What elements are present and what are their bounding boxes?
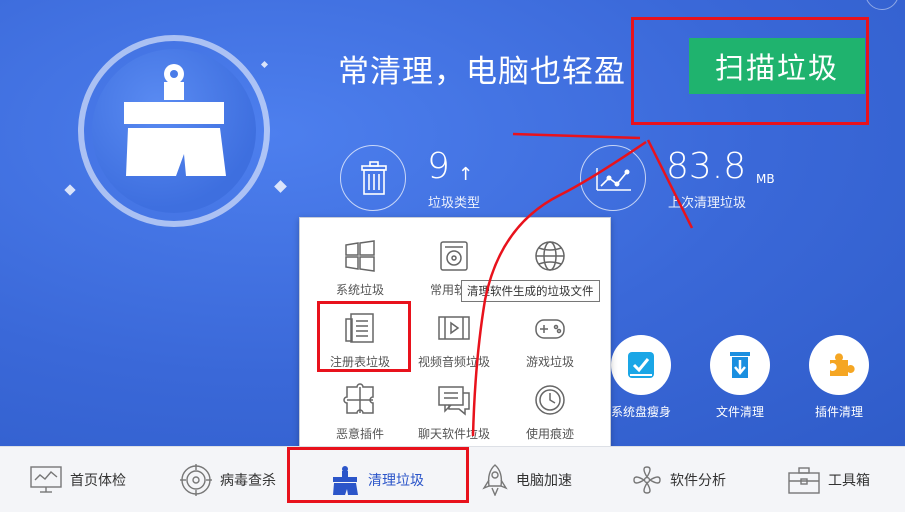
nav-label: 电脑加速 (516, 473, 572, 489)
rocket-icon (482, 464, 508, 496)
trash-download-icon (710, 335, 770, 395)
tool-file-clean[interactable]: 文件清理 (697, 335, 783, 420)
popup-item-label: 恶意插件 (335, 427, 384, 441)
annotation-box-clean-nav (287, 447, 469, 503)
gamepad-icon (500, 308, 600, 348)
toolbox-icon (788, 467, 820, 494)
popup-item-malicious-plugins[interactable]: 恶意插件 (310, 380, 410, 442)
fan-icon (633, 466, 661, 494)
nav-software-analysis[interactable]: 软件分析 (632, 447, 726, 512)
popup-item-video-audio-junk[interactable]: 视频音频垃圾 (404, 308, 504, 370)
up-arrow-icon: ↑ (458, 164, 474, 185)
broom-logo-icon (124, 64, 226, 176)
popup-item-label: 游戏垃圾 (525, 355, 574, 369)
annotation-box-registry (317, 301, 411, 372)
windows-icon (310, 236, 410, 276)
target-icon (180, 464, 212, 496)
tool-plugin-clean[interactable]: 插件清理 (796, 335, 882, 420)
chat-icon (404, 380, 504, 420)
popup-item-label: 聊天软件垃圾 (417, 427, 490, 441)
puzzle-icon (310, 380, 410, 420)
popup-item-chat-junk[interactable]: 聊天软件垃圾 (404, 380, 504, 442)
junk-types-count: 9 (427, 146, 450, 187)
chart-icon (580, 145, 646, 211)
nav-home-checkup[interactable]: 首页体检 (30, 447, 126, 512)
last-cleaned-label: 上次清理垃圾 (668, 196, 747, 211)
software-disk-icon (404, 236, 504, 276)
popup-item-game-junk[interactable]: 游戏垃圾 (500, 308, 600, 370)
popup-item-label: 系统垃圾 (335, 283, 384, 297)
nav-label: 首页体检 (70, 473, 126, 489)
last-cleaned-size: 83.8 (666, 146, 747, 187)
headline: 常清理，电脑也轻盈 (338, 54, 626, 90)
sparkle-decoration (64, 184, 76, 196)
tool-label: 文件清理 (715, 405, 764, 419)
popup-item-label: 视频音频垃圾 (417, 355, 490, 369)
corner-button[interactable] (865, 0, 899, 10)
popup-item-usage-traces[interactable]: 使用痕迹 (500, 380, 600, 442)
clock-icon (500, 380, 600, 420)
nav-toolbox[interactable]: 工具箱 (788, 447, 870, 512)
junk-types-label: 垃圾类型 (428, 196, 481, 211)
annotation-box-scan (631, 17, 869, 125)
nav-label: 工具箱 (828, 473, 870, 489)
trash-icon (340, 145, 406, 211)
globe-icon (500, 236, 600, 276)
sparkle-decoration (260, 60, 269, 69)
video-icon (404, 308, 504, 348)
tool-label: 插件清理 (814, 405, 863, 419)
nav-speed-up[interactable]: 电脑加速 (482, 447, 572, 512)
nav-label: 病毒查杀 (220, 473, 276, 489)
plugin-icon (809, 335, 869, 395)
nav-virus-scan[interactable]: 病毒查杀 (180, 447, 276, 512)
tooltip: 清理软件生成的垃圾文件 (461, 280, 600, 302)
disk-slim-icon (611, 335, 671, 395)
nav-label: 软件分析 (670, 473, 726, 489)
sparkle-decoration (274, 180, 287, 193)
monitor-icon (30, 466, 62, 493)
popup-item-browser[interactable] (500, 236, 600, 281)
popup-item-label: 使用痕迹 (525, 427, 574, 441)
popup-item-system-junk[interactable]: 系统垃圾 (310, 236, 410, 298)
last-cleaned-unit: MB (756, 172, 775, 186)
